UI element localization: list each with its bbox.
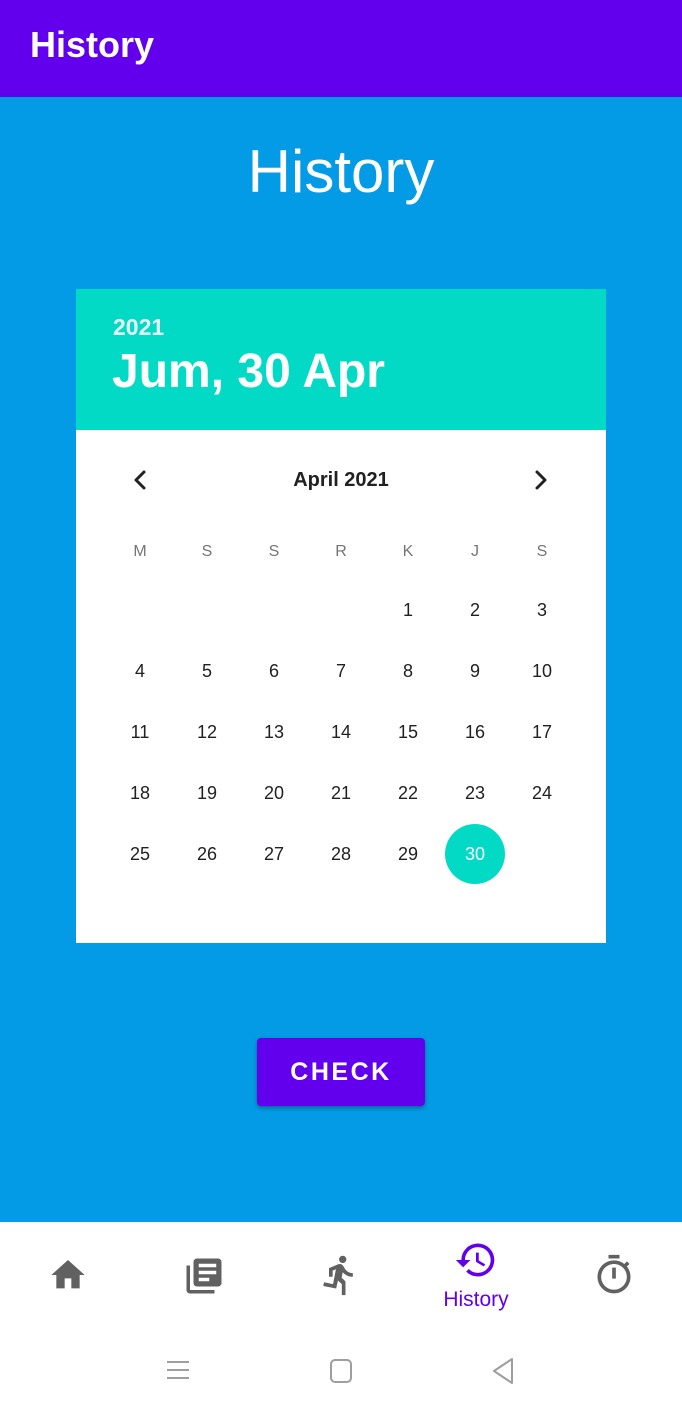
app-bar: History xyxy=(0,0,682,97)
calendar-day[interactable]: 22 xyxy=(378,763,438,823)
calendar-day[interactable]: 18 xyxy=(110,763,170,823)
weekday-label: M xyxy=(133,543,147,560)
nav-item-home[interactable] xyxy=(0,1222,136,1332)
back-triangle-icon[interactable] xyxy=(490,1356,516,1386)
calendar-day[interactable]: 9 xyxy=(445,641,505,701)
running-person-icon xyxy=(323,1255,353,1296)
weekday-label: J xyxy=(471,543,479,560)
calendar-day[interactable]: 6 xyxy=(244,641,304,701)
page-title: History xyxy=(247,138,435,205)
nav-item-library[interactable] xyxy=(136,1222,272,1332)
calendar-day[interactable]: 11 xyxy=(110,702,170,762)
calendar-day[interactable]: 8 xyxy=(378,641,438,701)
weekday-label: S xyxy=(268,543,280,560)
picker-selected-date: Jum, 30 Apr xyxy=(112,345,385,398)
bottom-navigation: History xyxy=(0,1222,682,1332)
calendar-day[interactable]: 14 xyxy=(311,702,371,762)
calendar-day[interactable]: 25 xyxy=(110,824,170,884)
selected-day[interactable]: 30 xyxy=(445,824,505,884)
weekday-label: K xyxy=(402,543,414,560)
app-bar-title: History xyxy=(30,24,155,65)
next-month-button[interactable] xyxy=(521,460,561,500)
home-square-icon[interactable] xyxy=(328,1356,354,1386)
calendar-day[interactable]: 10 xyxy=(512,641,572,701)
calendar-day[interactable]: 24 xyxy=(512,763,572,823)
calendar-day[interactable]: 27 xyxy=(244,824,304,884)
calendar-day[interactable]: 3 xyxy=(512,580,572,640)
main-content: History 2021 Jum, 30 Apr April 2021 MSSR… xyxy=(0,97,682,1222)
nav-item-history[interactable]: History xyxy=(408,1222,544,1332)
calendar-day[interactable]: 17 xyxy=(512,702,572,762)
date-picker-header: 2021 Jum, 30 Apr xyxy=(76,289,606,430)
picker-year[interactable]: 2021 xyxy=(113,314,164,341)
home-icon xyxy=(51,1260,85,1289)
weekday-label: S xyxy=(536,543,548,560)
library-books-icon xyxy=(186,1258,222,1294)
date-picker: 2021 Jum, 30 Apr April 2021 MSSRKJS 1234… xyxy=(76,289,606,943)
timer-icon xyxy=(597,1254,631,1294)
calendar-day[interactable]: 19 xyxy=(177,763,237,823)
system-navigation-bar xyxy=(0,1332,682,1410)
calendar-day[interactable]: 21 xyxy=(311,763,371,823)
calendar-day[interactable]: 23 xyxy=(445,763,505,823)
calendar-day[interactable]: 5 xyxy=(177,641,237,701)
calendar-day[interactable]: 1 xyxy=(378,580,438,640)
calendar-day[interactable]: 4 xyxy=(110,641,170,701)
calendar-day[interactable]: 16 xyxy=(445,702,505,762)
calendar-day[interactable]: 13 xyxy=(244,702,304,762)
nav-item-activity[interactable] xyxy=(272,1222,408,1332)
calendar-day[interactable]: 2 xyxy=(445,580,505,640)
calendar-day[interactable]: 7 xyxy=(311,641,371,701)
calendar-day[interactable]: 26 xyxy=(177,824,237,884)
calendar-day[interactable]: 28 xyxy=(311,824,371,884)
check-button[interactable]: CHECK xyxy=(257,1038,425,1106)
weekday-label: R xyxy=(335,543,347,560)
calendar-day[interactable]: 12 xyxy=(177,702,237,762)
chevron-right-icon xyxy=(535,470,547,490)
calendar-day[interactable]: 15 xyxy=(378,702,438,762)
recents-icon[interactable] xyxy=(165,1356,191,1386)
history-icon xyxy=(455,1243,495,1277)
calendar-day[interactable]: 20 xyxy=(244,763,304,823)
calendar-day[interactable]: 29 xyxy=(378,824,438,884)
weekday-label: S xyxy=(201,543,213,560)
nav-item-timer[interactable] xyxy=(546,1222,682,1332)
nav-item-history-label: History xyxy=(443,1288,509,1311)
